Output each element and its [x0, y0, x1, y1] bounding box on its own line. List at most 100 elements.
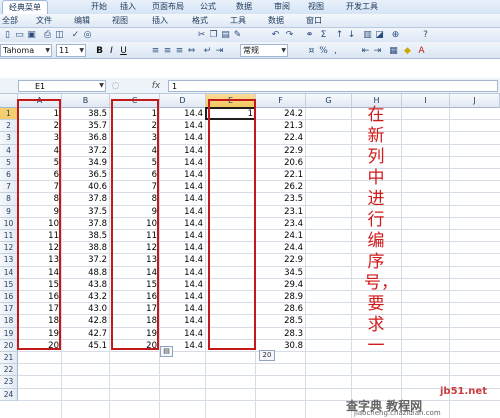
number-format-select[interactable]: 常规 ▼: [240, 44, 288, 57]
tab-developer[interactable]: 开发工具: [340, 0, 384, 14]
cell-b4[interactable]: 37.2: [62, 145, 107, 157]
row-header-2[interactable]: 2: [0, 120, 18, 133]
row-header-21[interactable]: 21: [0, 352, 18, 365]
column-header-i[interactable]: I: [402, 94, 450, 108]
format-painter-icon[interactable]: ✎: [232, 29, 243, 41]
row-header-7[interactable]: 7: [0, 181, 18, 194]
cell-b14[interactable]: 48.8: [62, 267, 107, 279]
cell-d5[interactable]: 14.4: [160, 157, 203, 169]
menu-all[interactable]: 全部: [2, 14, 18, 28]
zoom-icon[interactable]: ⊕: [390, 29, 401, 41]
research-icon[interactable]: ◎: [82, 29, 93, 41]
cell-b12[interactable]: 38.8: [62, 242, 107, 254]
row-header-12[interactable]: 12: [0, 242, 18, 255]
paste-options-icon[interactable]: ▤: [160, 346, 173, 357]
row-header-20[interactable]: 20: [0, 339, 18, 352]
cell-f15[interactable]: 29.4: [256, 279, 303, 291]
wrap-text-icon[interactable]: ↵: [202, 45, 213, 57]
cell-d10[interactable]: 14.4: [160, 218, 203, 230]
cell-d9[interactable]: 14.4: [160, 206, 203, 218]
menu-window[interactable]: 窗口: [306, 14, 322, 28]
decrease-indent-icon[interactable]: ⇤: [360, 45, 371, 57]
cell-b2[interactable]: 35.7: [62, 120, 107, 132]
cell-d8[interactable]: 14.4: [160, 193, 203, 205]
bold-button[interactable]: B: [94, 45, 105, 57]
paste-icon[interactable]: ▤: [220, 29, 231, 41]
cell-f19[interactable]: 28.3: [256, 328, 303, 340]
cell-b18[interactable]: 42.8: [62, 315, 107, 327]
cell-f9[interactable]: 23.1: [256, 206, 303, 218]
row-header-23[interactable]: 23: [0, 376, 18, 389]
row-header-8[interactable]: 8: [0, 193, 18, 206]
align-left-icon[interactable]: ≡: [150, 45, 161, 57]
row-header-11[interactable]: 11: [0, 230, 18, 243]
tab-data[interactable]: 数据: [232, 0, 256, 14]
row-header-6[interactable]: 6: [0, 169, 18, 182]
cell-b10[interactable]: 37.8: [62, 218, 107, 230]
row-header-15[interactable]: 15: [0, 278, 18, 291]
cell-d14[interactable]: 14.4: [160, 267, 203, 279]
cell-f5[interactable]: 20.6: [256, 157, 303, 169]
cell-f2[interactable]: 21.3: [256, 120, 303, 132]
column-header-b[interactable]: B: [62, 94, 110, 108]
cell-f11[interactable]: 24.1: [256, 230, 303, 242]
cell-b15[interactable]: 43.8: [62, 279, 107, 291]
italic-button[interactable]: I: [106, 45, 117, 57]
increase-indent-icon[interactable]: ⇥: [372, 45, 383, 57]
print-icon[interactable]: ⎙: [42, 29, 53, 41]
save-icon[interactable]: ▣: [26, 29, 37, 41]
cell-b20[interactable]: 45.1: [62, 340, 107, 352]
cell-f3[interactable]: 22.4: [256, 132, 303, 144]
menu-tools[interactable]: 工具: [230, 14, 246, 28]
spelling-icon[interactable]: ✓: [70, 29, 81, 41]
cell-d12[interactable]: 14.4: [160, 242, 203, 254]
menu-edit[interactable]: 编辑: [74, 14, 90, 28]
undo-icon[interactable]: ↶: [270, 29, 281, 41]
select-all-corner[interactable]: [0, 94, 18, 108]
formula-input[interactable]: 1: [168, 80, 498, 92]
hyperlink-icon[interactable]: ⚭: [304, 29, 315, 41]
cell-f18[interactable]: 28.5: [256, 315, 303, 327]
cell-b5[interactable]: 34.9: [62, 157, 107, 169]
row-header-9[interactable]: 9: [0, 205, 18, 218]
cell-f14[interactable]: 34.5: [256, 267, 303, 279]
tab-view[interactable]: 视图: [304, 0, 328, 14]
cell-d16[interactable]: 14.4: [160, 291, 203, 303]
name-box[interactable]: E1: [18, 80, 106, 92]
cell-d4[interactable]: 14.4: [160, 145, 203, 157]
cut-icon[interactable]: ✂: [196, 29, 207, 41]
cell-b7[interactable]: 40.6: [62, 181, 107, 193]
comma-style-button[interactable]: ,: [330, 45, 341, 57]
row-header-16[interactable]: 16: [0, 291, 18, 304]
row-header-14[interactable]: 14: [0, 266, 18, 279]
cell-b19[interactable]: 42.7: [62, 328, 107, 340]
percent-button[interactable]: %: [318, 45, 329, 57]
cell-d15[interactable]: 14.4: [160, 279, 203, 291]
row-header-4[interactable]: 4: [0, 144, 18, 157]
tab-home[interactable]: 开始: [82, 0, 116, 14]
menu-view[interactable]: 视图: [112, 14, 128, 28]
cell-d2[interactable]: 14.4: [160, 120, 203, 132]
new-file-icon[interactable]: ▯: [2, 29, 13, 41]
tab-insert[interactable]: 插入: [116, 0, 140, 14]
row-header-22[interactable]: 22: [0, 364, 18, 377]
column-header-d[interactable]: D: [160, 94, 206, 108]
cell-b11[interactable]: 38.5: [62, 230, 107, 242]
chart-icon[interactable]: ▥: [362, 29, 373, 41]
redo-icon[interactable]: ↷: [284, 29, 295, 41]
row-header-24[interactable]: 24: [0, 388, 18, 401]
cell-d18[interactable]: 14.4: [160, 315, 203, 327]
copy-icon[interactable]: ❐: [208, 29, 219, 41]
row-header-1[interactable]: 1: [0, 108, 18, 121]
merge-center-icon[interactable]: ⇔: [186, 45, 197, 57]
worksheet-grid[interactable]: ABCDEFGHIJ 1 2 3 4 5 6 7 8 9 10 11 12 13 14 15 16 17 18 19…: [0, 94, 500, 418]
currency-icon[interactable]: ¤: [306, 45, 317, 57]
column-header-j[interactable]: J: [450, 94, 500, 108]
sort-descending-icon[interactable]: ↓: [346, 29, 357, 41]
cell-f10[interactable]: 23.4: [256, 218, 303, 230]
cell-d13[interactable]: 14.4: [160, 254, 203, 266]
cell-f12[interactable]: 24.4: [256, 242, 303, 254]
cell-f8[interactable]: 23.5: [256, 193, 303, 205]
column-header-g[interactable]: G: [306, 94, 352, 108]
row-header-10[interactable]: 10: [0, 217, 18, 230]
